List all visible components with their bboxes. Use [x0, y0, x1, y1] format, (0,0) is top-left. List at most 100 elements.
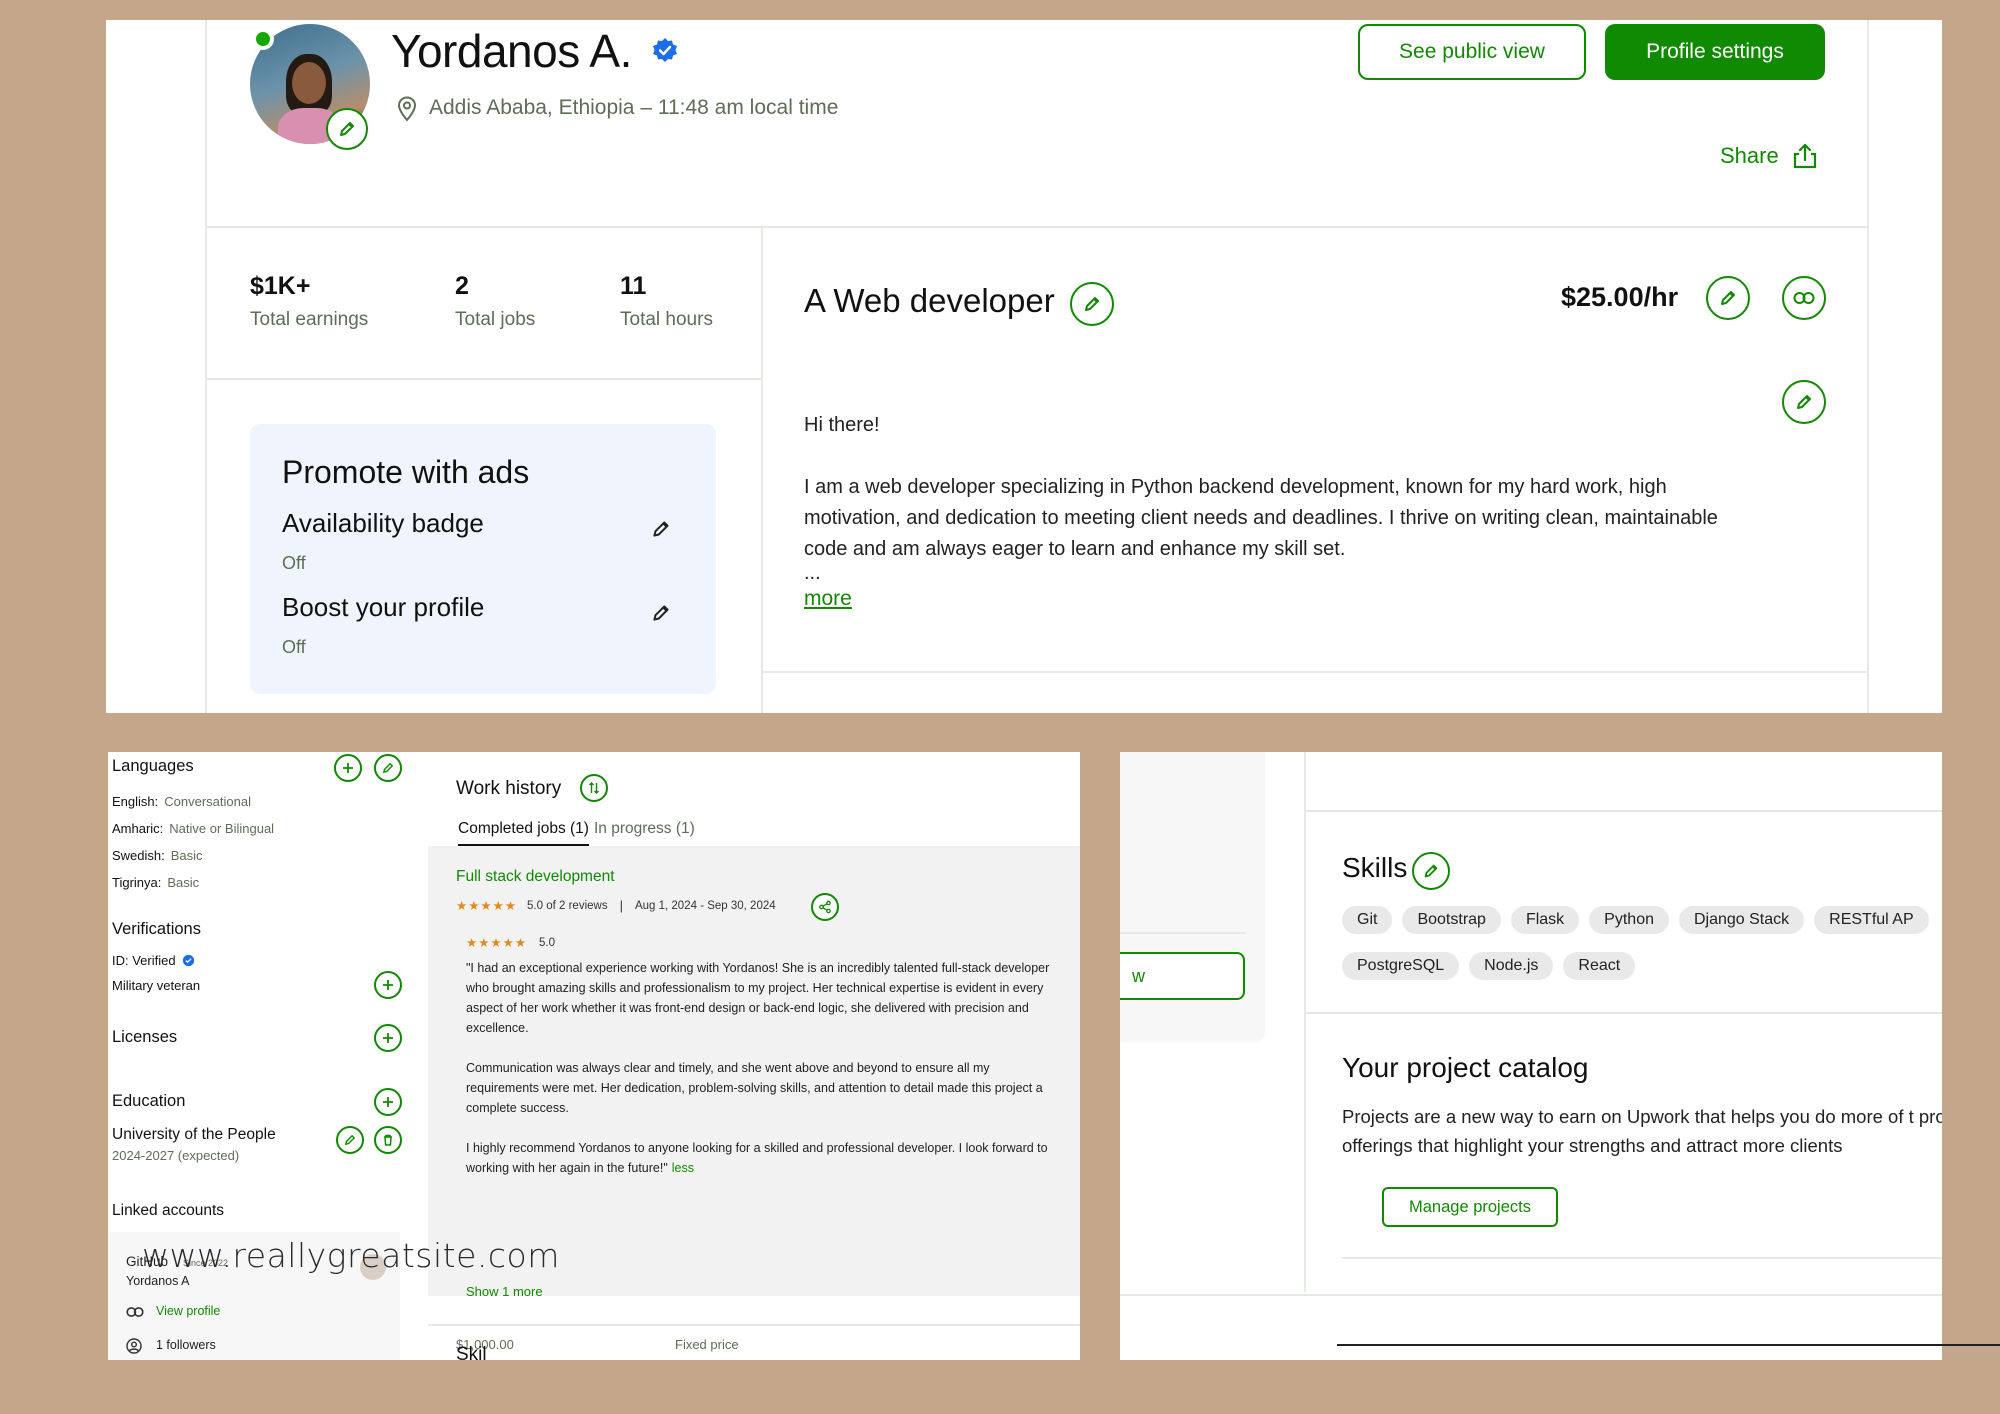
pencil-icon	[1797, 395, 1811, 409]
work-history-title: Work history	[456, 778, 562, 799]
promote-with-ads-box: Promote with ads Availability badge Off …	[250, 424, 716, 694]
pencil-icon	[382, 762, 394, 774]
share-nodes-icon	[819, 900, 831, 914]
skill-tag[interactable]: Django Stack	[1678, 906, 1805, 934]
delete-education-button[interactable]	[374, 1126, 402, 1154]
language-name: Amharic:	[112, 821, 164, 836]
see-public-view-button[interactable]: See public view	[1358, 24, 1586, 80]
pencil-icon	[340, 122, 354, 136]
edit-headline-button[interactable]	[1070, 282, 1114, 326]
plus-icon	[343, 763, 353, 773]
edit-education-button[interactable]	[336, 1126, 364, 1154]
edit-languages-button[interactable]	[374, 754, 402, 782]
promo-item-status: Off	[282, 553, 306, 573]
review-paragraph: Communication was always clear and timel…	[466, 1061, 1043, 1115]
add-military-veteran-button[interactable]	[374, 971, 402, 999]
header-divider	[205, 226, 1869, 228]
meta-separator: |	[619, 898, 623, 913]
tab-completed-jobs[interactable]: Completed jobs (1)	[458, 820, 589, 846]
review-score: 5.0	[539, 936, 556, 949]
job-card: Full stack development ★★★★★ 5.0 of 2 re…	[428, 846, 1080, 1352]
review-paragraph-last: I highly recommend Yordanos to anyone lo…	[466, 1138, 1066, 1178]
manage-projects-button[interactable]: Manage projects	[1382, 1187, 1558, 1227]
skill-tag[interactable]: Git	[1342, 906, 1393, 934]
plus-icon	[383, 1033, 393, 1043]
stat-label: Total jobs	[455, 309, 536, 330]
trash-icon	[384, 1134, 392, 1146]
watermark-text: www.reallygreatsite.com	[142, 1236, 560, 1275]
edit-availability-pencil-icon[interactable]	[650, 518, 672, 540]
share-icon	[1793, 143, 1816, 169]
sort-arrows-icon	[589, 782, 599, 794]
promo-item-title: Availability badge	[282, 508, 484, 538]
language-level: Basic	[170, 848, 203, 863]
skill-tag[interactable]: Bootstrap	[1402, 906, 1501, 934]
job-title-link[interactable]: Full stack development	[456, 868, 615, 886]
stat-total-jobs: 2 Total jobs	[455, 272, 535, 331]
more-link[interactable]: more	[804, 587, 852, 610]
link-icon	[1793, 292, 1815, 304]
review-paragraph: "I had an exceptional experience working…	[466, 961, 1050, 1035]
copy-link-button[interactable]	[1782, 276, 1826, 320]
edit-rate-button[interactable]	[1706, 276, 1750, 320]
less-link[interactable]: less	[672, 1161, 694, 1175]
add-education-button[interactable]	[374, 1088, 402, 1116]
column-divider	[1304, 752, 1306, 1292]
language-name: Tigrinya:	[112, 875, 162, 890]
add-language-button[interactable]	[334, 754, 362, 782]
skill-tag[interactable]: React	[1563, 952, 1636, 980]
skill-tag[interactable]: Flask	[1510, 906, 1580, 934]
military-veteran-label: Military veteran	[112, 978, 201, 993]
share-button[interactable]: Share	[1720, 142, 1819, 170]
profile-settings-button[interactable]: Profile settings	[1605, 24, 1825, 80]
edit-avatar-button[interactable]	[326, 108, 368, 150]
section-divider	[1306, 1012, 1942, 1014]
profile-header-panel: Yordanos A. Addis Ababa, Ethiopia – 11:4…	[106, 20, 1942, 713]
show-more-link[interactable]: Show 1 more	[466, 1284, 543, 1299]
stat-total-hours: 11 Total hours	[620, 272, 713, 331]
profile-headline: A Web developer	[804, 282, 1055, 319]
pencil-icon	[1424, 864, 1438, 878]
plus-icon	[383, 980, 393, 990]
stat-total-earnings: $1K+ Total earnings	[250, 272, 368, 331]
overview-ellipsis: ...	[804, 562, 821, 584]
language-name: Swedish:	[112, 848, 165, 863]
verified-badge-icon	[182, 954, 194, 967]
skills-title: Skills	[1342, 852, 1408, 883]
id-verified-text: ID: Verified	[112, 953, 176, 968]
decorative-rule	[1337, 1344, 2000, 1346]
skill-tag[interactable]: PostgreSQL	[1342, 952, 1460, 980]
stat-label: Total hours	[620, 309, 713, 330]
section-divider	[428, 1324, 1080, 1326]
overview-divider	[763, 671, 1869, 673]
location-text: Addis Ababa, Ethiopia – 11:48 am local t…	[429, 96, 839, 119]
profile-name: Yordanos A.	[391, 25, 632, 77]
promo-item-status: Off	[282, 637, 306, 657]
stat-value: 11	[620, 272, 647, 300]
project-catalog-title: Your project catalog	[1342, 1052, 1589, 1083]
job-dates: Aug 1, 2024 - Sep 30, 2024	[634, 899, 776, 912]
skill-tag[interactable]: Node.js	[1469, 952, 1554, 980]
share-job-button[interactable]	[811, 893, 839, 921]
skill-tag[interactable]: RESTful AP	[1814, 906, 1929, 934]
overview-body: I am a web developer specializing in Pyt…	[804, 476, 1718, 560]
language-level: Basic	[167, 875, 200, 890]
skill-tag[interactable]: Python	[1589, 906, 1669, 934]
tab-in-progress[interactable]: In progress (1)	[594, 820, 695, 838]
edit-boost-pencil-icon[interactable]	[650, 602, 672, 624]
verified-badge-icon	[653, 38, 677, 62]
linked-accounts-title: Linked accounts	[112, 1202, 225, 1219]
availability-badge-item: Availability badge Off	[282, 508, 484, 574]
side-action-button[interactable]: w	[1120, 952, 1245, 1000]
sort-work-history-button[interactable]	[580, 774, 608, 802]
plus-icon	[383, 1097, 393, 1107]
id-verified-row: ID: Verified	[112, 953, 195, 968]
hourly-rate: $25.00/hr	[1561, 282, 1679, 312]
job-rating-stars: ★★★★★	[456, 899, 518, 913]
edit-skills-button[interactable]	[1412, 852, 1450, 890]
add-license-button[interactable]	[374, 1024, 402, 1052]
view-profile-link[interactable]: View profile	[156, 1304, 220, 1318]
edit-overview-button[interactable]	[1782, 380, 1826, 424]
school-name: University of the People	[112, 1126, 276, 1143]
side-divider	[1120, 932, 1245, 934]
